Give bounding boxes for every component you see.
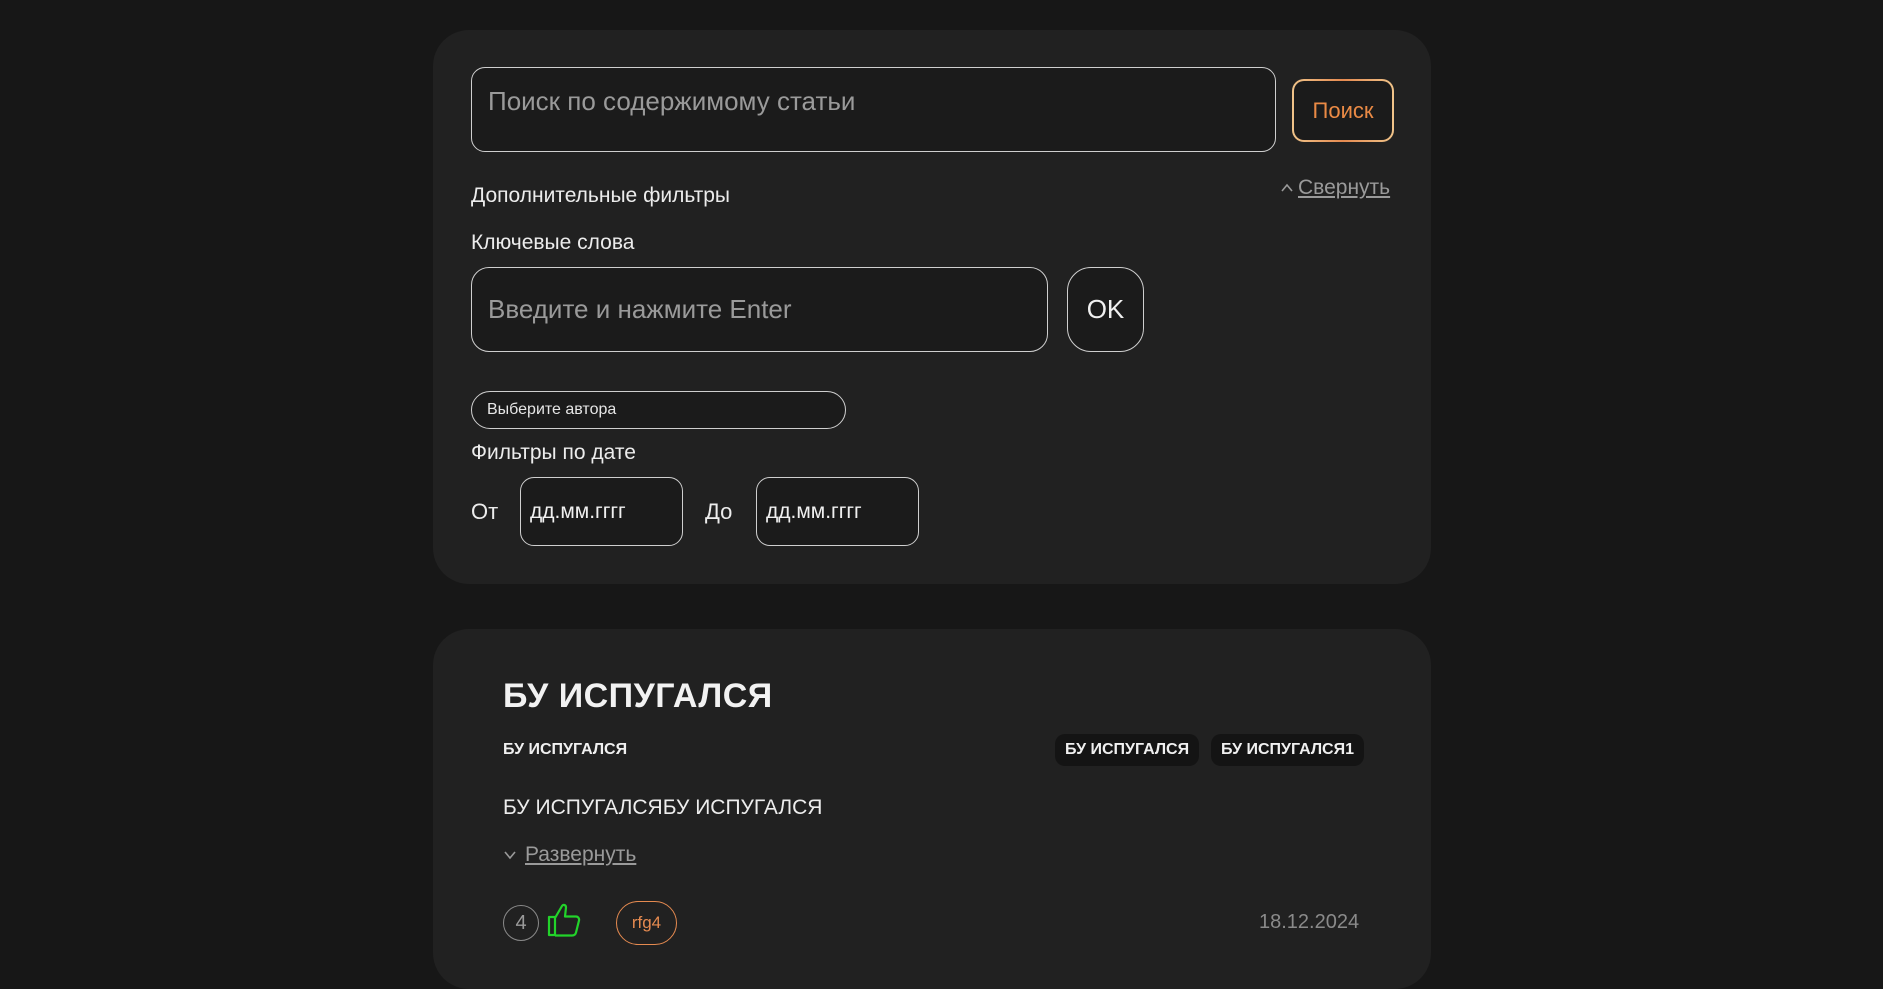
author-placeholder: Выберите автора: [487, 401, 617, 418]
additional-filters-title: Дополнительные фильтры: [471, 184, 731, 207]
article-tag[interactable]: БУ ИСПУГАЛСЯ: [1055, 734, 1200, 766]
likes-count: 4: [503, 905, 539, 941]
article-tag[interactable]: БУ ИСПУГАЛСЯ1: [1211, 734, 1364, 766]
search-button[interactable]: Поиск: [1292, 79, 1394, 142]
date-from-input[interactable]: дд.мм.гггг: [520, 477, 683, 546]
date-from-placeholder: дд.мм.гггг: [530, 500, 626, 523]
date-to-label: До: [705, 499, 733, 524]
date-from-label: От: [471, 499, 499, 524]
chevron-down-icon: [504, 851, 516, 860]
user-badge[interactable]: rfg4: [616, 901, 677, 945]
date-to-placeholder: дд.мм.гггг: [766, 500, 862, 523]
collapse-filters-link[interactable]: Свернуть: [1280, 176, 1390, 200]
like-button[interactable]: [546, 901, 582, 937]
expand-label: Развернуть: [525, 843, 637, 866]
expand-article-link[interactable]: Развернуть: [503, 843, 636, 867]
article-author: БУ ИСПУГАЛСЯ: [503, 741, 628, 758]
date-to-input[interactable]: дд.мм.гггг: [756, 477, 919, 546]
keywords-label: Ключевые слова: [471, 231, 635, 254]
author-select[interactable]: Выберите автора: [471, 391, 846, 429]
search-input[interactable]: Поиск по содержимому статьи: [471, 67, 1276, 152]
article-title: БУ ИСПУГАЛСЯ: [503, 677, 773, 715]
article-text: БУ ИСПУГАЛСЯБУ ИСПУГАЛСЯ: [503, 796, 823, 819]
thumbs-up-icon: [547, 903, 581, 937]
filters-panel: Поиск по содержимому статьи Поиск Дополн…: [433, 30, 1431, 584]
collapse-label: Свернуть: [1298, 176, 1391, 199]
ok-button[interactable]: OK: [1067, 267, 1144, 352]
keywords-placeholder: Введите и нажмите Enter: [488, 294, 792, 324]
article-card: БУ ИСПУГАЛСЯ БУ ИСПУГАЛСЯ БУ ИСПУГАЛСЯ Б…: [433, 629, 1431, 989]
chevron-up-icon: [1281, 183, 1293, 192]
date-filters-title: Фильтры по дате: [471, 441, 636, 464]
keywords-input[interactable]: Введите и нажмите Enter: [471, 267, 1048, 352]
search-placeholder: Поиск по содержимому статьи: [488, 86, 856, 116]
